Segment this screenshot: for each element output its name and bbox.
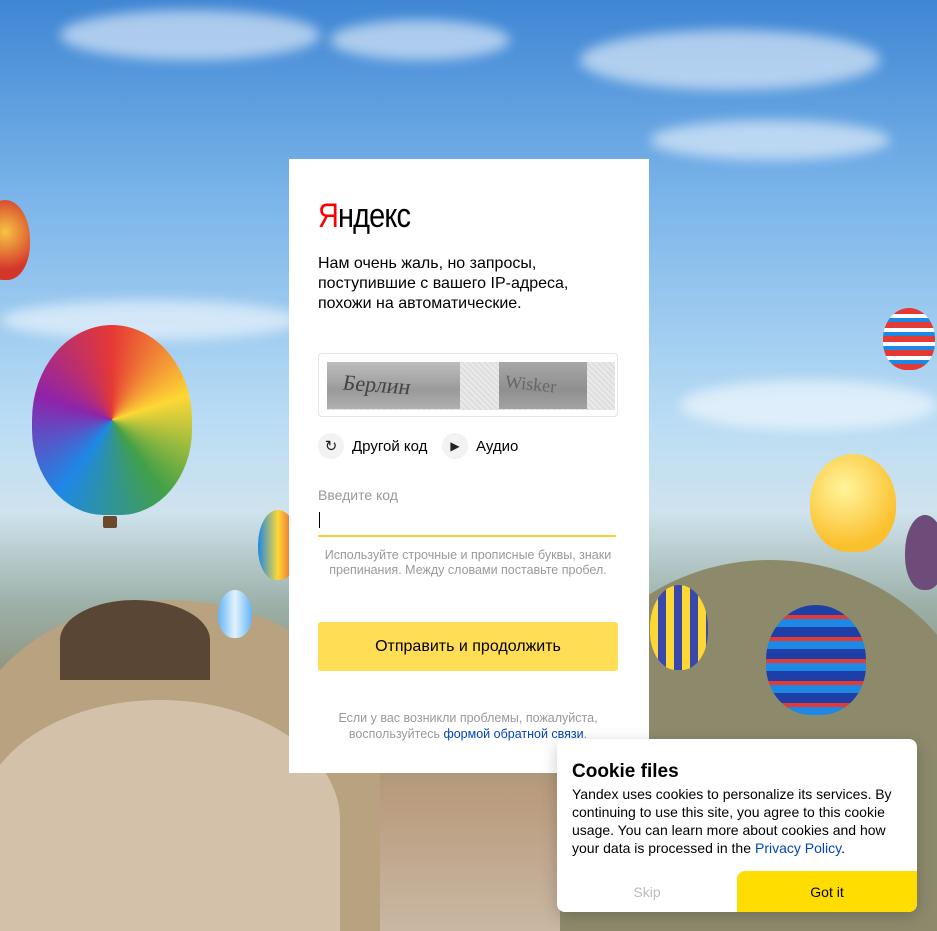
privacy-policy-link[interactable]: Privacy Policy — [755, 840, 841, 856]
cookie-title: Cookie files — [572, 761, 679, 782]
code-input[interactable] — [318, 509, 616, 537]
input-hint: Используйте строчные и прописные буквы, … — [324, 548, 612, 577]
code-input-label: Введите код — [318, 487, 398, 503]
text-caret — [319, 512, 320, 528]
submit-button[interactable]: Отправить и продолжить — [318, 622, 618, 671]
captcha-card: Яндекс Нам очень жаль, но запросы, посту… — [289, 159, 649, 773]
other-code-label: Другой код — [352, 437, 428, 455]
logo-rest: ндекс — [338, 197, 411, 235]
play-icon: ▶ — [442, 433, 468, 459]
audio-label: Аудио — [476, 437, 519, 455]
blocked-message: Нам очень жаль, но запросы, поступившие … — [318, 255, 569, 312]
logo-first-letter: Я — [318, 197, 339, 235]
cookie-link-suffix: . — [841, 840, 845, 856]
cookie-skip-button[interactable]: Skip — [557, 871, 737, 912]
audio-button[interactable]: ▶ Аудио — [442, 432, 518, 460]
captcha-image-box: Берлин Wisker — [318, 353, 618, 417]
captcha-image: Берлин Wisker — [327, 362, 615, 410]
captcha-actions: ↻ Другой код ▶ Аудио — [318, 432, 618, 460]
yandex-logo[interactable]: Яндекс — [318, 197, 411, 236]
feedback-note: Если у вас возникли проблемы, пожалуйста… — [318, 710, 618, 742]
cookie-accept-button[interactable]: Got it — [737, 871, 917, 912]
captcha-word-1: Берлин — [340, 369, 414, 400]
other-code-button[interactable]: ↻ Другой код — [318, 432, 427, 460]
cookie-text: Yandex uses cookies to personalize its s… — [572, 785, 902, 857]
refresh-icon: ↻ — [318, 433, 344, 459]
cookie-banner: Cookie files Yandex uses cookies to pers… — [557, 739, 917, 912]
